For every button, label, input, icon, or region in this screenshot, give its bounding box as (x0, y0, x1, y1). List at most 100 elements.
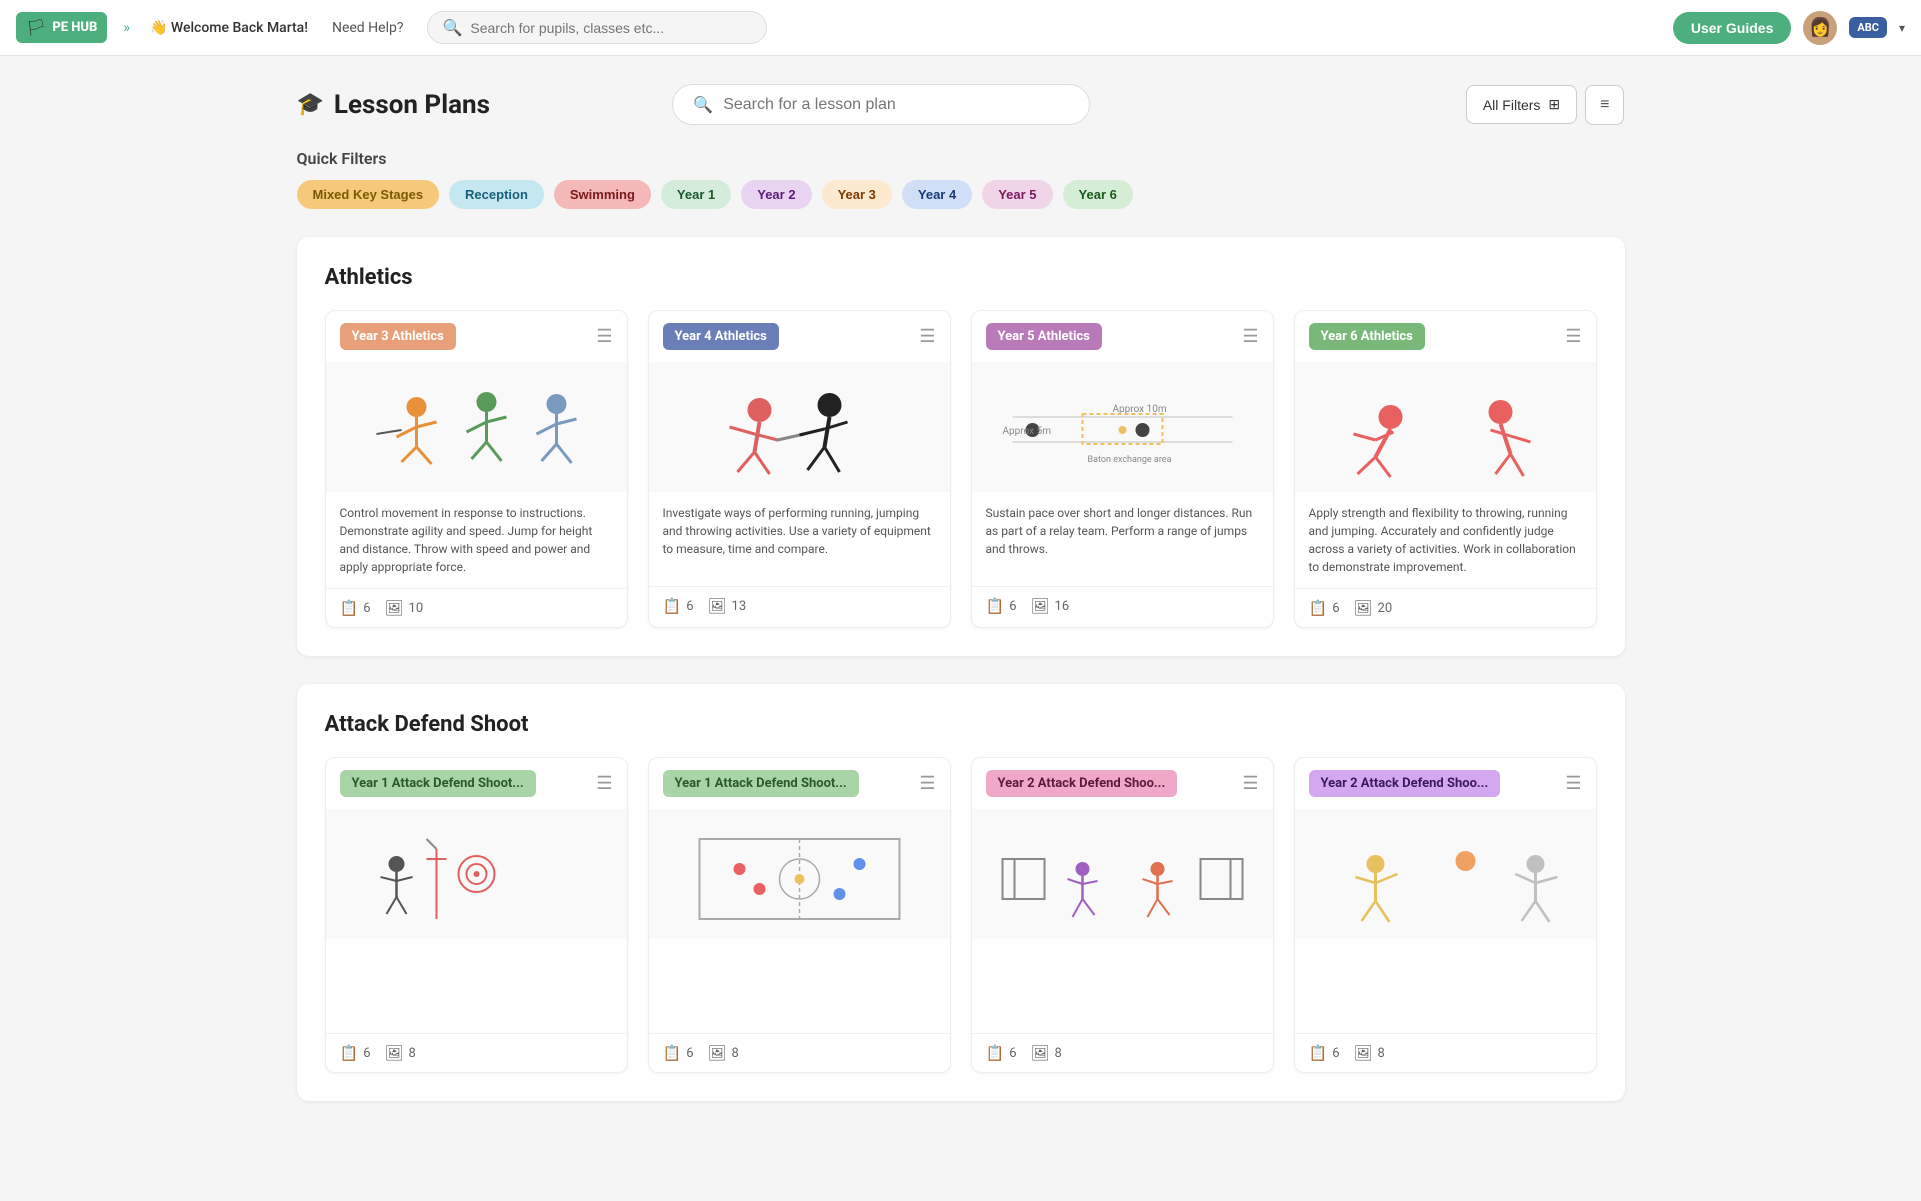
filter-button-label: All Filters (1483, 97, 1541, 113)
card-menu-icon[interactable]: ☰ (919, 773, 935, 794)
section-title-attack-defend: Attack Defend Shoot (325, 712, 1597, 737)
lesson-card-year4-athletics[interactable]: Year 4 Athletics ☰ Investigate ways o (648, 310, 951, 628)
card-images-stat: 🖼 8 (385, 1044, 416, 1062)
user-guides-button[interactable]: User Guides (1673, 12, 1791, 44)
card-label: Year 1 Attack Defend Shoot... (340, 770, 536, 797)
card-lessons-stat: 📋 6 (1309, 1044, 1340, 1062)
logo[interactable]: 🏳 PE HUB (16, 12, 107, 43)
card-footer: 📋 6 🖼 10 (326, 588, 627, 627)
lessons-count: 6 (686, 1046, 693, 1061)
card-lessons-stat: 📋 6 (1309, 599, 1340, 617)
lesson-card-year2-ads-2[interactable]: Year 2 Attack Defend Shoo... ☰ (1294, 757, 1597, 1073)
card-footer: 📋 6 🖼 13 (649, 586, 950, 625)
card-body: Apply strength and flexibility to throwi… (1295, 492, 1596, 588)
images-count: 8 (732, 1046, 739, 1061)
lesson-card-year5-athletics[interactable]: Year 5 Athletics ☰ Approx 5m Approx 10m … (971, 310, 1274, 628)
card-image: Approx 5m Approx 10m Baton exchange area (972, 362, 1273, 492)
filter-chip-year4[interactable]: Year 4 (902, 180, 972, 209)
filter-chip-year1[interactable]: Year 1 (661, 180, 731, 209)
avatar[interactable]: 👩 (1803, 11, 1837, 45)
images-count: 8 (409, 1046, 416, 1061)
card-images-stat: 🖼 8 (1354, 1044, 1385, 1062)
card-label: Year 5 Athletics (986, 323, 1102, 350)
card-lessons-stat: 📋 6 (663, 1044, 694, 1062)
card-body: Sustain pace over short and longer dista… (972, 492, 1273, 586)
lesson-card-year1-ads-2[interactable]: Year 1 Attack Defend Shoot... ☰ (648, 757, 951, 1073)
lesson-search-bar[interactable]: 🔍 (672, 84, 1090, 125)
card-lessons-stat: 📋 6 (986, 1044, 1017, 1062)
card-menu-icon[interactable]: ☰ (1242, 773, 1258, 794)
card-image (326, 362, 627, 492)
card-description (986, 951, 1259, 1021)
images-icon: 🖼 (708, 597, 727, 615)
lesson-card-year2-ads-1[interactable]: Year 2 Attack Defend Shoo... ☰ (971, 757, 1274, 1073)
lessons-count: 6 (686, 599, 693, 614)
filter-chip-reception[interactable]: Reception (449, 180, 544, 209)
images-icon: 🖼 (708, 1044, 727, 1062)
lesson-card-year6-athletics[interactable]: Year 6 Athletics ☰ Apply strength and fl… (1294, 310, 1597, 628)
filter-chip-mixed[interactable]: Mixed Key Stages (297, 180, 440, 209)
welcome-message: 👋 Welcome Back Marta! (150, 20, 308, 36)
help-link[interactable]: Need Help? (332, 20, 404, 36)
lessons-count: 6 (1009, 1046, 1016, 1061)
user-dropdown-icon[interactable]: ▾ (1899, 21, 1905, 35)
lessons-icon: 📋 (986, 1044, 1005, 1062)
lessons-count: 6 (363, 601, 370, 616)
page-title-area: 🎓 Lesson Plans (297, 90, 673, 120)
all-filters-button[interactable]: All Filters ⊞ (1466, 85, 1577, 124)
section-title-athletics: Athletics (325, 265, 1597, 290)
card-description: Sustain pace over short and longer dista… (986, 504, 1259, 574)
card-menu-icon[interactable]: ☰ (596, 326, 612, 347)
card-lessons-stat: 📋 6 (986, 597, 1017, 615)
filter-chip-swimming[interactable]: Swimming (554, 180, 651, 209)
lessons-icon: 📋 (340, 599, 359, 617)
navigation: 🏳 PE HUB » 👋 Welcome Back Marta! Need He… (0, 0, 1921, 56)
search-input[interactable] (470, 20, 752, 36)
lessons-count: 6 (1332, 1046, 1339, 1061)
images-icon: 🖼 (1354, 599, 1373, 617)
card-lessons-stat: 📋 6 (663, 597, 694, 615)
card-header: Year 1 Attack Defend Shoot... ☰ (649, 758, 950, 809)
filter-chip-year2[interactable]: Year 2 (741, 180, 811, 209)
filter-chip-year5[interactable]: Year 5 (982, 180, 1052, 209)
lesson-card-year1-ads-1[interactable]: Year 1 Attack Defend Shoot... ☰ (325, 757, 628, 1073)
card-header: Year 1 Attack Defend Shoot... ☰ (326, 758, 627, 809)
sort-button[interactable]: ≡ (1585, 85, 1624, 125)
lesson-plans-icon: 🎓 (297, 92, 324, 117)
section-attack-defend: Attack Defend Shoot Year 1 Attack Defend… (297, 684, 1625, 1101)
card-menu-icon[interactable]: ☰ (1565, 773, 1581, 794)
card-description: Apply strength and flexibility to throwi… (1309, 504, 1582, 576)
logo-text: PE HUB (52, 20, 97, 35)
school-badge: ABC (1849, 17, 1887, 38)
card-image (972, 809, 1273, 939)
cards-grid-attack-defend: Year 1 Attack Defend Shoot... ☰ (325, 757, 1597, 1073)
card-header: Year 4 Athletics ☰ (649, 311, 950, 362)
card-body: Investigate ways of performing running, … (649, 492, 950, 586)
card-footer: 📋 6 🖼 16 (972, 586, 1273, 625)
filter-chip-year6[interactable]: Year 6 (1063, 180, 1133, 209)
card-images-stat: 🖼 13 (708, 597, 747, 615)
global-search[interactable]: 🔍 (427, 11, 767, 44)
lessons-icon: 📋 (1309, 1044, 1328, 1062)
sections-container: Athletics Year 3 Athletics ☰ (297, 237, 1625, 1101)
lessons-count: 6 (363, 1046, 370, 1061)
section-athletics: Athletics Year 3 Athletics ☰ (297, 237, 1625, 656)
nav-expand-icon[interactable]: » (123, 20, 130, 36)
images-count: 16 (1055, 599, 1070, 614)
lessons-icon: 📋 (986, 597, 1005, 615)
svg-text:Baton exchange area: Baton exchange area (1087, 455, 1171, 465)
lesson-search-input[interactable] (723, 96, 1069, 114)
images-icon: 🖼 (1354, 1044, 1373, 1062)
filter-chip-year3[interactable]: Year 3 (822, 180, 892, 209)
card-footer: 📋 6 🖼 8 (972, 1033, 1273, 1072)
card-menu-icon[interactable]: ☰ (1242, 326, 1258, 347)
images-count: 8 (1378, 1046, 1385, 1061)
card-menu-icon[interactable]: ☰ (919, 326, 935, 347)
quick-filters-section: Quick Filters Mixed Key StagesReceptionS… (297, 149, 1625, 209)
card-menu-icon[interactable]: ☰ (1565, 326, 1581, 347)
card-menu-icon[interactable]: ☰ (596, 773, 612, 794)
images-icon: 🖼 (385, 1044, 404, 1062)
card-label: Year 1 Attack Defend Shoot... (663, 770, 859, 797)
card-image (1295, 362, 1596, 492)
lesson-card-year3-athletics[interactable]: Year 3 Athletics ☰ (325, 310, 628, 628)
